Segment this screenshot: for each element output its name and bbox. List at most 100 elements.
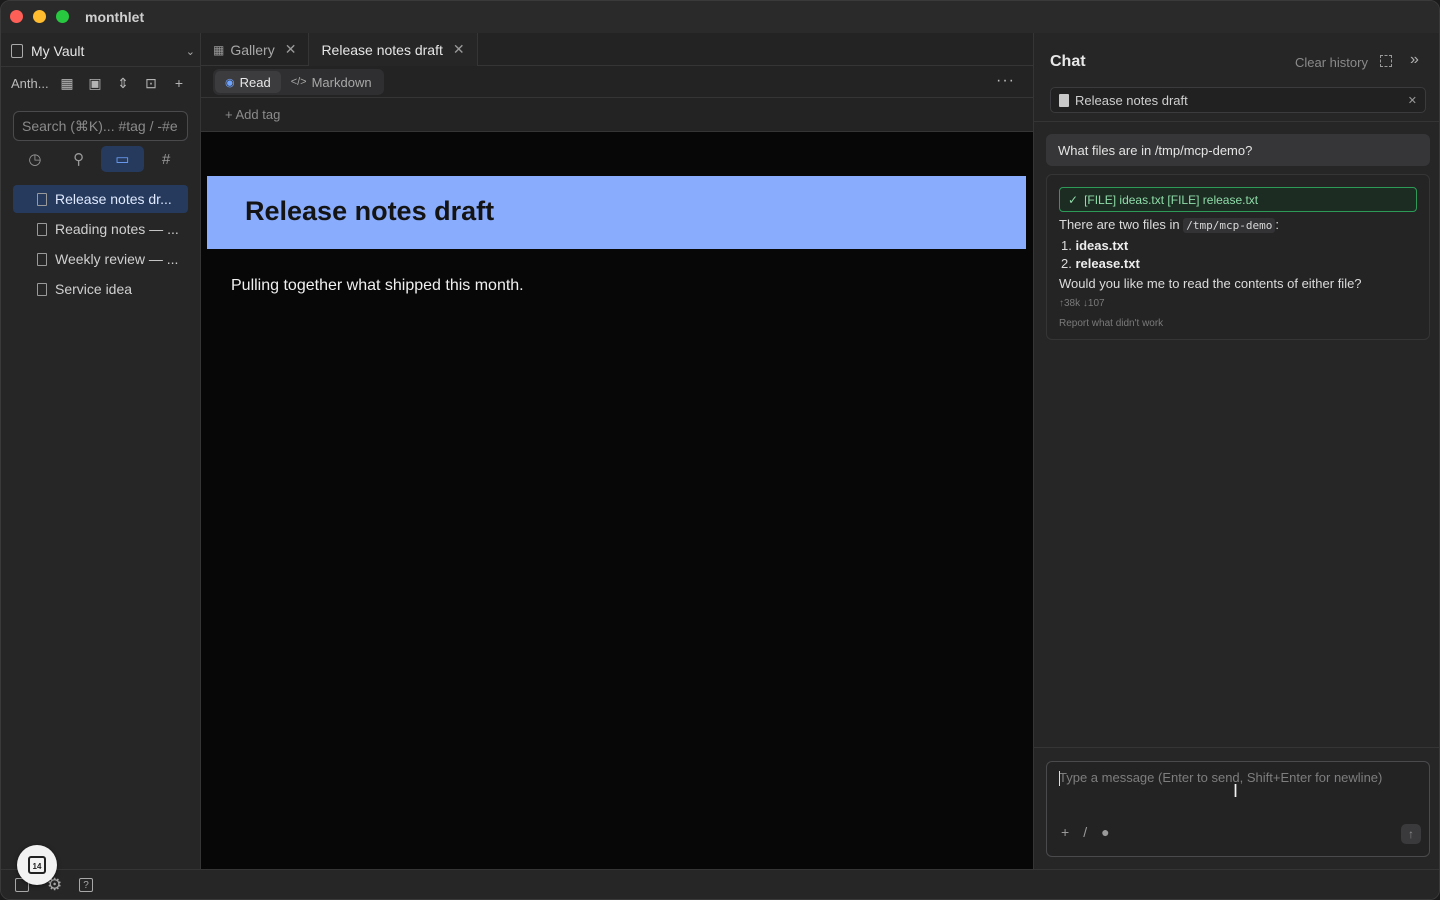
- text-caret: [1059, 771, 1060, 786]
- tab-gallery[interactable]: ▦ Gallery ✕: [201, 33, 310, 66]
- add-tag-button[interactable]: + Add tag: [225, 107, 280, 122]
- file-name: release.txt: [1075, 256, 1140, 271]
- app-window: monthlet My Vault ⌄ Anth... ▦ ▣ ⇕ ⊡ + Se…: [0, 0, 1440, 900]
- title-bar: monthlet: [1, 1, 1439, 33]
- editor-pane: ▦ Gallery ✕ Release notes draft ✕ ◉ Read…: [201, 33, 1033, 869]
- user-message: What files are in /tmp/mcp-demo?: [1046, 134, 1430, 166]
- chat-panel: Chat Clear history » Release notes draft…: [1033, 33, 1439, 869]
- import-icon[interactable]: ⊡: [137, 75, 165, 92]
- composer-tools: + / ●: [1061, 824, 1110, 840]
- file-item[interactable]: Reading notes — ...: [13, 215, 188, 243]
- report-link[interactable]: Report what didn't work: [1059, 318, 1163, 329]
- gallery-icon[interactable]: ▦: [53, 75, 81, 92]
- list-number: 2.: [1061, 256, 1072, 271]
- reply-list-item: 2. release.txt: [1061, 256, 1140, 271]
- file-label: Release notes dr...: [55, 191, 172, 207]
- clear-history-button[interactable]: Clear history: [1295, 55, 1368, 70]
- maximize-window-button[interactable]: [56, 10, 69, 23]
- token-stats: ↑38k ↓107: [1059, 298, 1105, 309]
- file-item[interactable]: Weekly review — ...: [13, 245, 188, 273]
- send-button[interactable]: ↑: [1401, 824, 1421, 844]
- slash-command-icon[interactable]: /: [1083, 824, 1087, 840]
- document-title: Release notes draft: [245, 196, 495, 226]
- context-chip[interactable]: Release notes draft ✕: [1050, 87, 1426, 113]
- tab-label: Release notes draft: [321, 41, 443, 58]
- read-mode-button[interactable]: ◉ Read: [215, 71, 281, 93]
- expand-icon[interactable]: [1380, 55, 1392, 67]
- reply-intro: There are two files in: [1059, 217, 1180, 232]
- remove-context-icon[interactable]: ✕: [1408, 94, 1417, 107]
- divider: [1, 66, 201, 67]
- assistant-message: ✓ [FILE] ideas.txt [FILE] release.txt Th…: [1046, 174, 1430, 340]
- message-placeholder: Type a message (Enter to send, Shift+Ent…: [1059, 770, 1383, 785]
- vault-switcher[interactable]: My Vault ⌄: [11, 41, 195, 61]
- help-icon[interactable]: ?: [79, 878, 93, 892]
- bottom-bar: ⚙ ?: [1, 869, 1439, 899]
- file-label: Service idea: [55, 281, 133, 297]
- minimize-window-button[interactable]: [33, 10, 46, 23]
- tool-result-text: [FILE] ideas.txt [FILE] release.txt: [1084, 192, 1259, 207]
- text-cursor-icon: I: [1233, 781, 1239, 801]
- file-list: Release notes dr... Reading notes — ... …: [13, 185, 188, 305]
- document-icon: [37, 192, 47, 206]
- document-body[interactable]: Pulling together what shipped this month…: [231, 277, 524, 295]
- reply-question: Would you like me to read the contents o…: [1059, 276, 1362, 291]
- tab-label: Gallery: [230, 41, 275, 58]
- search-input[interactable]: Search (⌘K)... #tag / -#e: [13, 111, 188, 141]
- sidebar: My Vault ⌄ Anth... ▦ ▣ ⇕ ⊡ + Search (⌘K)…: [1, 33, 201, 869]
- more-options-icon[interactable]: ···: [996, 72, 1015, 90]
- hashtag-icon[interactable]: #: [144, 146, 188, 172]
- close-window-button[interactable]: [10, 10, 23, 23]
- divider: [1034, 121, 1439, 122]
- file-label: Reading notes — ...: [55, 221, 179, 237]
- chat-title: Chat: [1050, 53, 1086, 70]
- document-icon: [1059, 93, 1069, 107]
- check-icon: ✓: [1068, 192, 1079, 207]
- microphone-icon[interactable]: ●: [1101, 824, 1109, 840]
- sort-icon[interactable]: ⇕: [109, 75, 137, 92]
- tab-release-notes[interactable]: Release notes draft ✕: [309, 33, 478, 66]
- close-tab-icon[interactable]: ✕: [453, 41, 465, 58]
- markdown-label: Markdown: [311, 74, 372, 90]
- calendar-button[interactable]: 14: [17, 845, 57, 885]
- new-note-icon[interactable]: +: [165, 75, 193, 91]
- chat-input-area: Type a message (Enter to send, Shift+Ent…: [1034, 747, 1439, 869]
- gallery-icon: ▦: [213, 42, 225, 57]
- markdown-mode-button[interactable]: </> Markdown: [281, 71, 382, 93]
- document-icon: [37, 282, 47, 296]
- vault-name: My Vault: [31, 43, 85, 59]
- document-icon: [37, 222, 47, 236]
- attach-icon[interactable]: +: [1061, 824, 1069, 840]
- eye-icon: ◉: [225, 76, 235, 89]
- file-item[interactable]: Service idea: [13, 275, 188, 303]
- recent-icon[interactable]: ◷: [13, 146, 57, 172]
- reply-path: /tmp/mcp-demo: [1183, 218, 1276, 233]
- pin-icon[interactable]: ⚲: [57, 146, 101, 172]
- calendar-icon: 14: [28, 856, 46, 874]
- reply-list-item: 1. ideas.txt: [1061, 238, 1128, 253]
- title-banner: Release notes draft: [207, 176, 1026, 249]
- tool-result-chip[interactable]: ✓ [FILE] ideas.txt [FILE] release.txt: [1059, 187, 1417, 212]
- calendar-icon[interactable]: ▣: [81, 75, 109, 92]
- vault-icon: [11, 44, 23, 58]
- reply-colon: :: [1275, 217, 1280, 232]
- sidebar-toolbar: Anth... ▦ ▣ ⇕ ⊡ +: [11, 73, 195, 93]
- mode-toolbar: ◉ Read </> Markdown ···: [201, 66, 1033, 98]
- context-chip-label: Release notes draft: [1075, 92, 1188, 108]
- code-icon: </>: [290, 76, 307, 88]
- folder-icon[interactable]: ▭: [100, 146, 145, 172]
- list-number: 1.: [1061, 238, 1072, 253]
- file-item[interactable]: Release notes dr...: [13, 185, 188, 213]
- message-input[interactable]: Type a message (Enter to send, Shift+Ent…: [1046, 761, 1430, 857]
- read-label: Read: [239, 74, 271, 90]
- reply-intro-line: There are two files in /tmp/mcp-demo:: [1059, 217, 1280, 233]
- workspace-selector[interactable]: Anth...: [11, 76, 53, 91]
- document-icon: [37, 252, 47, 266]
- app-title: monthlet: [85, 9, 145, 25]
- collapse-panel-icon[interactable]: »: [1410, 51, 1419, 69]
- close-tab-icon[interactable]: ✕: [285, 41, 297, 58]
- file-label: Weekly review — ...: [55, 251, 179, 267]
- tag-bar: + Add tag: [201, 98, 1033, 132]
- editor-tab-bar: ▦ Gallery ✕ Release notes draft ✕: [201, 33, 1033, 66]
- view-mode-toggle: ◉ Read </> Markdown: [213, 69, 384, 95]
